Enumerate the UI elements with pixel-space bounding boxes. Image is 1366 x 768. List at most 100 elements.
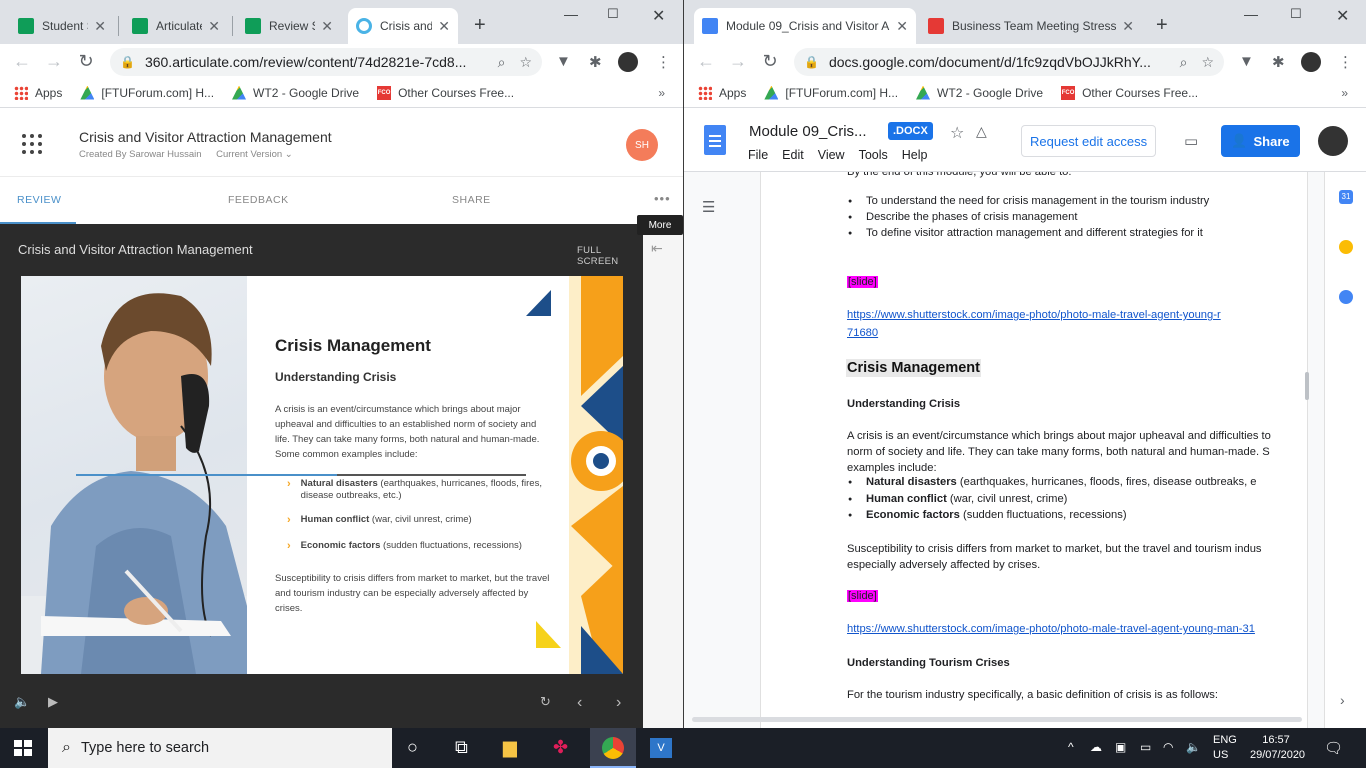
- windows-start-icon[interactable]: [14, 740, 32, 756]
- forward-icon[interactable]: →: [38, 51, 70, 72]
- menu-file[interactable]: File: [748, 148, 768, 162]
- file-explorer-icon[interactable]: ▆: [503, 737, 517, 758]
- drive-status-icon[interactable]: △: [976, 123, 987, 140]
- zoom-icon[interactable]: ⌕: [1180, 54, 1188, 71]
- replay-icon[interactable]: ↻: [540, 694, 551, 710]
- wifi-icon[interactable]: ◠: [1163, 740, 1173, 754]
- bookmark-ftuforum[interactable]: [FTUForum.com] H...: [80, 85, 214, 100]
- reload-icon[interactable]: ↻: [754, 51, 786, 72]
- notification-icon[interactable]: 🗨: [1324, 739, 1343, 757]
- close-icon[interactable]: ✕: [896, 18, 908, 35]
- reload-icon[interactable]: ↻: [70, 51, 102, 72]
- tab-crisis-active[interactable]: Crisis and ✕: [348, 8, 458, 44]
- language-indicator[interactable]: ENG US: [1213, 733, 1237, 763]
- user-avatar[interactable]: SH: [626, 129, 658, 161]
- app-icon[interactable]: V: [650, 738, 672, 758]
- extension-vee-icon[interactable]: ▼: [1239, 53, 1254, 70]
- comment-icon[interactable]: ▭: [1184, 132, 1198, 150]
- extension-vee-icon[interactable]: ▼: [556, 53, 571, 70]
- tab-review[interactable]: REVIEW: [17, 194, 61, 206]
- calendar-icon[interactable]: 31: [1339, 190, 1353, 204]
- onedrive-icon[interactable]: ☁: [1090, 740, 1102, 754]
- more-icon[interactable]: •••: [654, 191, 671, 206]
- bookmark-apps[interactable]: Apps: [14, 85, 62, 100]
- play-icon[interactable]: ▶: [48, 694, 58, 710]
- account-avatar[interactable]: [1318, 126, 1348, 156]
- extensions-puzzle-icon[interactable]: ✱: [1272, 53, 1285, 71]
- system-clock[interactable]: 16:57 29/07/2020: [1250, 733, 1305, 763]
- show-hidden-icons[interactable]: ^: [1068, 740, 1074, 754]
- tab-feedback[interactable]: FEEDBACK: [228, 194, 289, 206]
- bookmark-star-icon[interactable]: ☆: [1201, 54, 1214, 71]
- docs-logo-icon[interactable]: [704, 125, 726, 155]
- keep-icon[interactable]: [1339, 240, 1353, 254]
- tab-module-09[interactable]: Module 09_Crisis and Visitor A ✕: [694, 8, 916, 44]
- share-button[interactable]: 👤 Share: [1221, 125, 1300, 157]
- bookmark-other-courses[interactable]: FCO Other Courses Free...: [1061, 85, 1198, 100]
- collapse-panel-icon[interactable]: ⇤: [651, 240, 663, 257]
- profile-avatar[interactable]: [1301, 52, 1321, 72]
- bookmark-wt2[interactable]: WT2 - Google Drive: [916, 85, 1043, 100]
- network-device-icon[interactable]: ▣: [1115, 740, 1126, 754]
- close-window-icon[interactable]: ✕: [652, 6, 665, 26]
- taskbar-search-box[interactable]: ⌕ Type here to search: [48, 728, 392, 768]
- task-view-icon[interactable]: ⧉: [455, 737, 468, 758]
- fullscreen-button[interactable]: FULL SCREEN: [577, 245, 643, 267]
- extensions-puzzle-icon[interactable]: ✱: [589, 53, 602, 71]
- minimize-icon[interactable]: —: [1244, 6, 1258, 22]
- menu-view[interactable]: View: [818, 148, 845, 162]
- close-icon[interactable]: ✕: [438, 18, 450, 35]
- next-slide-icon[interactable]: ›: [616, 694, 621, 712]
- bookmarks-overflow-icon[interactable]: »: [1341, 86, 1348, 100]
- tab-student[interactable]: Student S ✕: [10, 8, 114, 44]
- back-icon[interactable]: ←: [6, 51, 38, 72]
- bookmark-apps[interactable]: Apps: [698, 85, 746, 100]
- back-icon[interactable]: ←: [690, 51, 722, 72]
- close-window-icon[interactable]: ✕: [1336, 6, 1349, 26]
- star-icon[interactable]: ☆: [950, 123, 964, 143]
- tab-share[interactable]: SHARE: [452, 194, 491, 206]
- bookmarks-overflow-icon[interactable]: »: [658, 86, 665, 100]
- tab-business-meeting[interactable]: Business Team Meeting Stress ✕: [920, 8, 1142, 44]
- battery-icon[interactable]: ▭: [1140, 740, 1151, 754]
- app-grid-icon[interactable]: [22, 134, 42, 154]
- tasks-icon[interactable]: [1339, 290, 1353, 304]
- slack-icon[interactable]: ✤: [553, 737, 568, 758]
- menu-kebab-icon[interactable]: ⋮: [1338, 53, 1353, 71]
- menu-tools[interactable]: Tools: [859, 148, 888, 162]
- menu-kebab-icon[interactable]: ⋮: [656, 53, 671, 71]
- volume-icon[interactable]: 🔈: [14, 694, 30, 710]
- image-link[interactable]: 71680: [847, 327, 878, 339]
- bookmark-star-icon[interactable]: ☆: [519, 54, 532, 71]
- bookmark-wt2[interactable]: WT2 - Google Drive: [232, 85, 359, 100]
- menu-help[interactable]: Help: [902, 148, 928, 162]
- menu-edit[interactable]: Edit: [782, 148, 804, 162]
- image-link[interactable]: https://www.shutterstock.com/image-photo…: [847, 623, 1255, 635]
- zoom-icon[interactable]: ⌕: [498, 54, 506, 71]
- address-bar[interactable]: 🔒 docs.google.com/document/d/1fc9zqdVbOJ…: [794, 48, 1224, 76]
- vertical-scrollbar[interactable]: [1305, 372, 1309, 400]
- maximize-icon[interactable]: ☐: [1290, 6, 1302, 22]
- horizontal-scrollbar[interactable]: [692, 717, 1302, 722]
- close-icon[interactable]: ✕: [94, 18, 106, 35]
- version-dropdown[interactable]: Current Version ⌄: [216, 149, 293, 160]
- request-edit-access-button[interactable]: Request edit access: [1021, 125, 1157, 157]
- bookmark-other-courses[interactable]: FCO Other Courses Free...: [377, 85, 514, 100]
- new-tab-icon[interactable]: +: [474, 14, 486, 37]
- image-link[interactable]: https://www.shutterstock.com/image-photo…: [847, 309, 1221, 321]
- volume-icon[interactable]: 🔈: [1186, 740, 1201, 754]
- close-icon[interactable]: ✕: [321, 18, 333, 35]
- cortana-icon[interactable]: ○: [407, 737, 418, 758]
- address-bar[interactable]: 🔒 360.articulate.com/review/content/74d2…: [110, 48, 542, 76]
- maximize-icon[interactable]: ☐: [607, 6, 619, 22]
- close-icon[interactable]: ✕: [1122, 18, 1134, 35]
- prev-slide-icon[interactable]: ‹: [577, 694, 582, 712]
- tab-review[interactable]: Review S ✕: [237, 8, 341, 44]
- progress-bar[interactable]: [76, 474, 526, 476]
- close-icon[interactable]: ✕: [208, 18, 220, 35]
- forward-icon[interactable]: →: [722, 51, 754, 72]
- new-tab-icon[interactable]: +: [1156, 14, 1168, 37]
- tab-articulate[interactable]: Articulate ✕: [124, 8, 228, 44]
- doc-title[interactable]: Module 09_Cris...: [749, 123, 867, 140]
- expand-panel-icon[interactable]: ›: [1340, 692, 1345, 708]
